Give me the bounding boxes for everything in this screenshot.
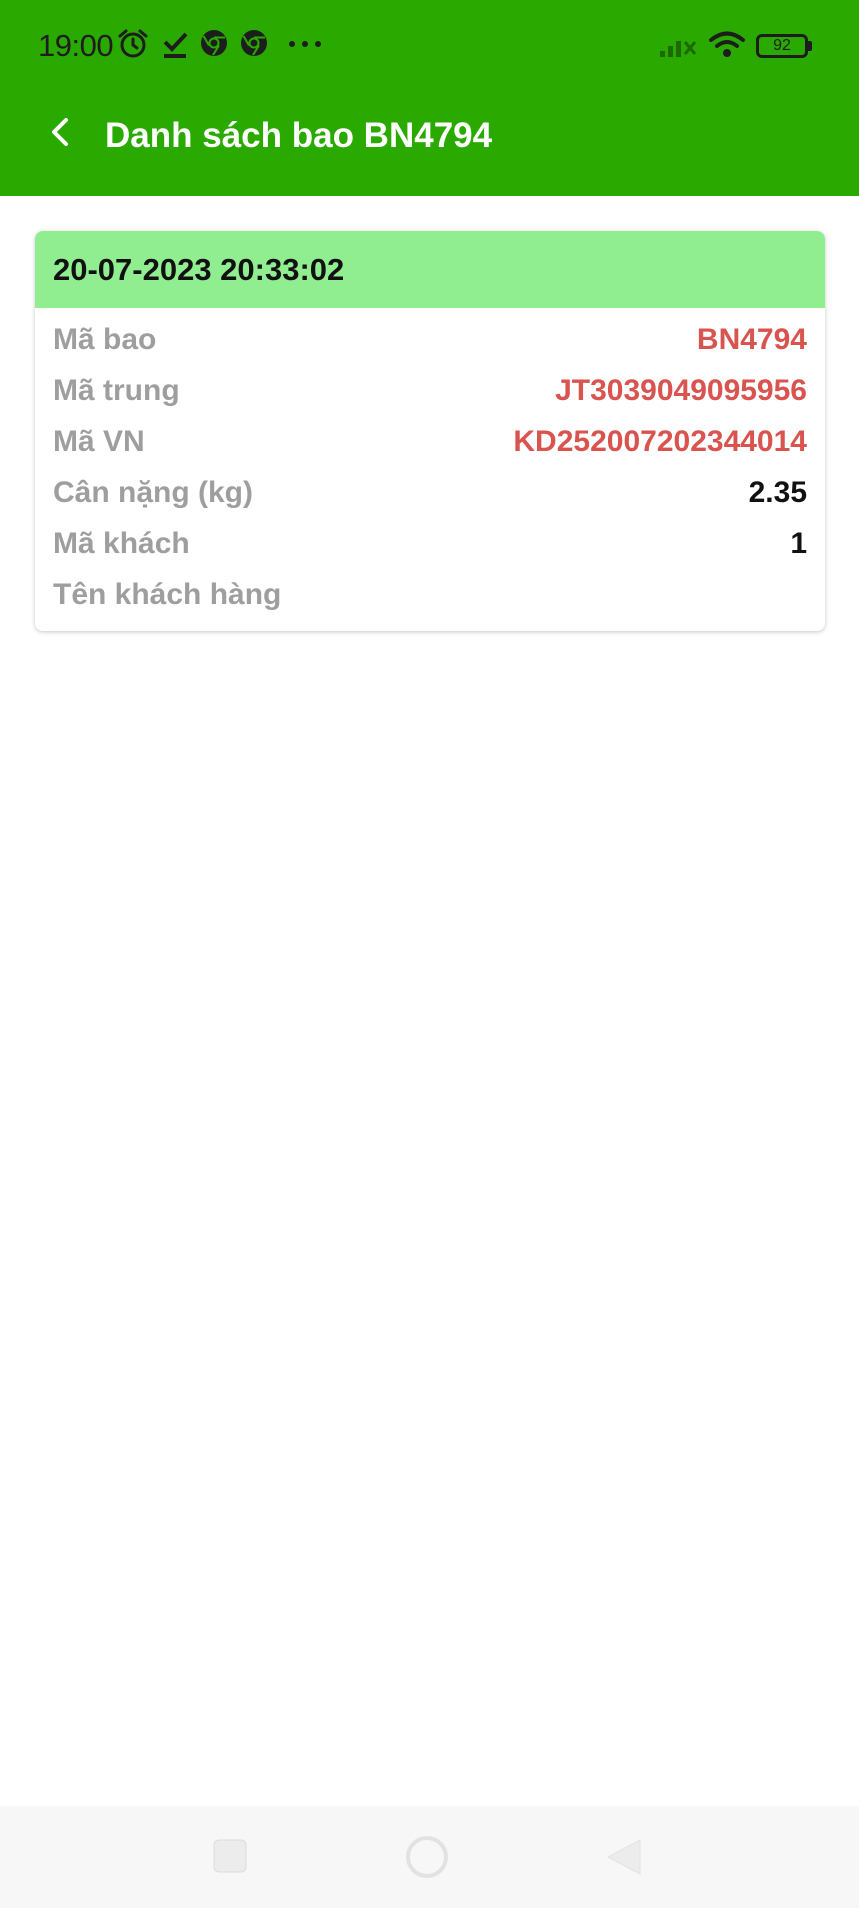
card-header: 20-07-2023 20:33:02	[35, 231, 825, 308]
row-value: 1	[790, 526, 807, 560]
chrome-icon	[201, 30, 227, 56]
page-title: Danh sách bao BN4794	[105, 116, 493, 155]
package-card[interactable]: 20-07-2023 20:33:02 Mã bao BN4794 Mã tru…	[35, 231, 825, 631]
card-date: 20-07-2023 20:33:02	[53, 251, 345, 287]
back-arrow-icon[interactable]	[44, 114, 80, 150]
signal-icon	[660, 41, 697, 57]
battery-icon: 92	[756, 34, 808, 58]
row-value: KD252007202344014	[513, 424, 807, 458]
chrome-icon	[241, 30, 267, 56]
app-header: 19:00 92 Danh sách bao BN4794	[0, 0, 859, 196]
status-time: 19:00	[38, 28, 114, 63]
system-nav-bar	[0, 1806, 859, 1908]
battery-tip	[808, 41, 812, 51]
row-label: Mã VN	[53, 424, 145, 458]
row-ma-vn: Mã VN KD252007202344014	[53, 416, 807, 467]
row-label: Cân nặng (kg)	[53, 475, 253, 509]
row-value: BN4794	[696, 322, 807, 356]
recent-apps-icon[interactable]	[212, 1838, 248, 1874]
row-label: Mã trung	[53, 373, 180, 407]
row-can-nang: Cân nặng (kg) 2.35	[53, 467, 807, 518]
row-label: Mã khách	[53, 526, 190, 560]
back-triangle-icon[interactable]	[604, 1836, 644, 1878]
row-value: JT3039049095956	[555, 373, 807, 407]
row-ma-khach: Mã khách 1	[53, 518, 807, 569]
card-body: Mã bao BN4794 Mã trung JT3039049095956 M…	[35, 308, 825, 620]
row-label: Mã bao	[53, 322, 157, 356]
alarm-icon	[118, 29, 148, 58]
more-dots-icon	[289, 41, 321, 47]
row-ma-trung: Mã trung JT3039049095956	[53, 365, 807, 416]
row-ten-khach-hang: Tên khách hàng	[53, 569, 807, 620]
wifi-icon	[709, 31, 745, 57]
download-done-icon	[163, 32, 188, 58]
home-icon[interactable]	[404, 1834, 450, 1880]
row-ma-bao: Mã bao BN4794	[53, 314, 807, 365]
row-label: Tên khách hàng	[53, 577, 282, 611]
row-value: 2.35	[748, 475, 807, 509]
status-bar: 19:00 92	[0, 0, 859, 92]
